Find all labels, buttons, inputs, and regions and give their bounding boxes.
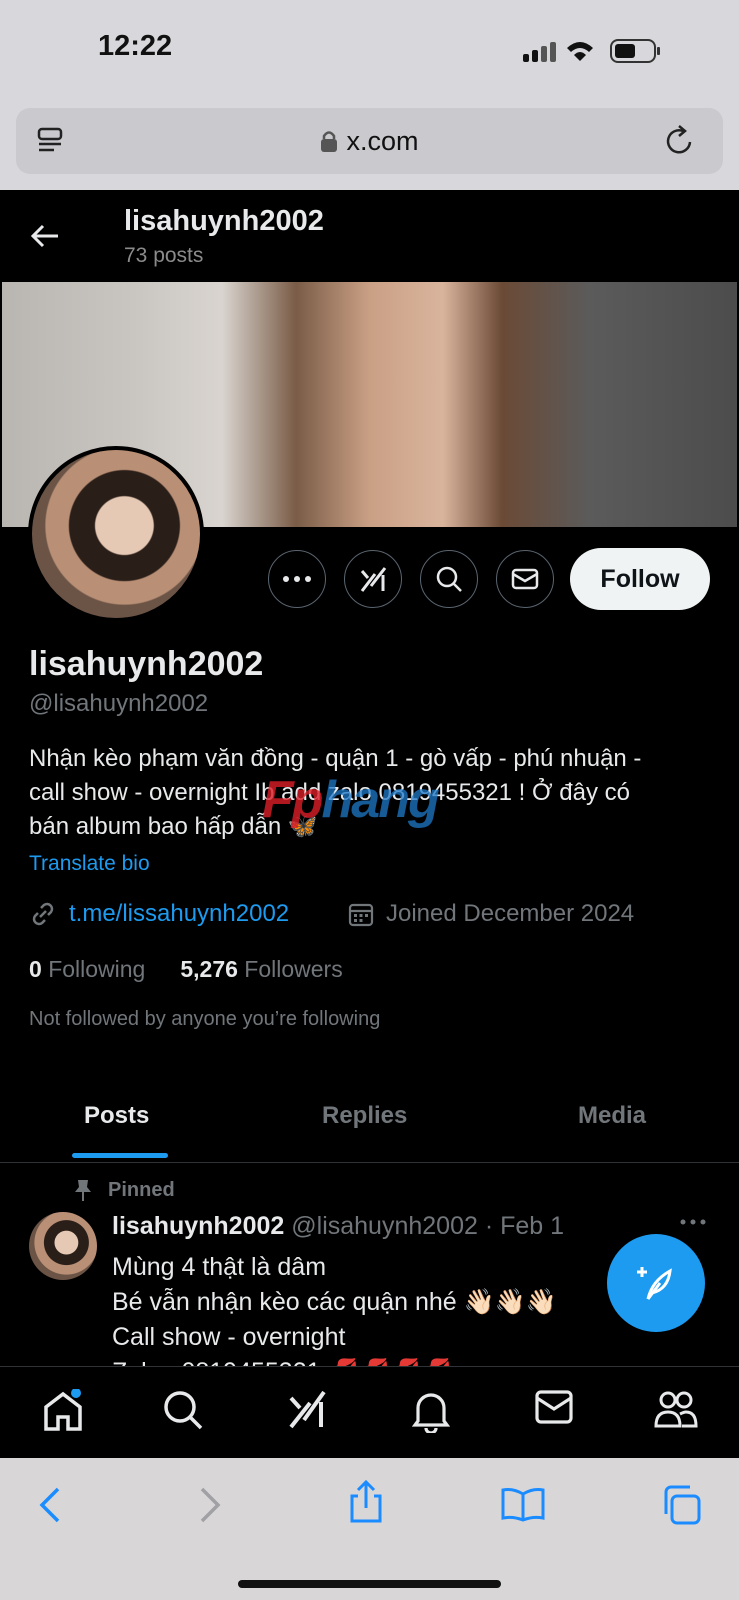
grok-nav-icon[interactable] <box>288 1389 326 1429</box>
messages-nav-icon[interactable] <box>534 1389 574 1425</box>
followers-stat[interactable]: 5,276 Followers <box>180 956 342 983</box>
communities-icon[interactable] <box>654 1389 698 1429</box>
tab-media[interactable]: Media <box>578 1102 646 1130</box>
compose-button[interactable] <box>607 1234 705 1332</box>
header-post-count: 73 posts <box>124 244 204 267</box>
profile-joined: Joined December 2024 <box>348 900 634 928</box>
calendar-icon <box>348 903 374 927</box>
url-text: x.com <box>346 125 419 156</box>
home-indicator <box>238 1580 501 1588</box>
tweet-avatar[interactable] <box>29 1212 97 1280</box>
status-icons <box>523 39 660 63</box>
tab-replies[interactable]: Replies <box>322 1102 407 1130</box>
profile-handle: @lisahuynh2002 <box>29 690 209 717</box>
search-profile-button[interactable] <box>420 550 478 608</box>
browser-back-icon[interactable] <box>38 1486 62 1524</box>
tweet-line: Bé vẫn nhận kèo các quận nhé 👋🏻👋🏻👋🏻 <box>112 1288 558 1316</box>
search-icon <box>436 566 462 592</box>
tab-posts[interactable]: Posts <box>84 1102 149 1130</box>
profile-display-name: lisahuynh2002 <box>29 645 264 683</box>
browser-forward-icon[interactable] <box>198 1486 222 1524</box>
mail-icon <box>511 568 539 590</box>
status-time: 12:22 <box>98 30 173 62</box>
tweet-line: Mùng 4 thật là dâm <box>112 1253 327 1281</box>
message-button[interactable] <box>496 550 554 608</box>
link-icon <box>32 902 54 926</box>
tabs-icon[interactable] <box>660 1484 702 1526</box>
tweet-line: Call show - overnight <box>112 1323 346 1351</box>
compose-feather-icon <box>637 1267 672 1300</box>
header-name: lisahuynh2002 <box>124 205 324 237</box>
profile-website[interactable]: t.me/lissahuynh2002 <box>29 900 289 928</box>
bottom-nav <box>0 1366 739 1459</box>
more-options-button[interactable] <box>268 550 326 608</box>
active-tab-indicator <box>72 1153 168 1158</box>
address-bar[interactable]: x.com <box>16 108 723 174</box>
mutual-followers-note: Not followed by anyone you’re following <box>29 1008 381 1030</box>
tweet-author[interactable]: lisahuynh2002 <box>112 1212 284 1240</box>
tweet-meta: @lisahuynh2002 · Feb 1 <box>291 1212 565 1240</box>
tweet-header: lisahuynh2002 @lisahuynh2002 · Feb 1 <box>112 1212 564 1241</box>
website-link[interactable]: t.me/lissahuynh2002 <box>69 900 289 928</box>
profile-avatar[interactable] <box>28 446 204 622</box>
more-icon <box>283 576 311 582</box>
bookmarks-icon[interactable] <box>500 1486 546 1522</box>
browser-top-chrome: 12:22 x.com <box>0 0 739 190</box>
profile-tabs: Posts Replies Media <box>0 1080 739 1163</box>
search-nav-icon[interactable] <box>162 1389 204 1431</box>
follow-counts: 0 Following 5,276 Followers <box>29 956 343 983</box>
grok-button[interactable] <box>344 550 402 608</box>
joined-date: Joined December 2024 <box>386 900 635 927</box>
following-stat[interactable]: 0 Following <box>29 956 145 983</box>
notifications-bell-icon[interactable] <box>412 1389 450 1433</box>
pin-icon <box>75 1180 91 1201</box>
share-icon[interactable] <box>348 1480 384 1524</box>
home-icon[interactable] <box>42 1389 84 1433</box>
reload-icon[interactable] <box>664 124 696 158</box>
pinned-indicator: Pinned <box>72 1178 175 1202</box>
lock-icon <box>321 131 338 152</box>
translate-bio-link[interactable]: Translate bio <box>29 852 150 876</box>
follow-button[interactable]: Follow <box>570 548 710 610</box>
browser-toolbar <box>0 1458 739 1600</box>
watermark: Fphang <box>262 771 440 829</box>
back-arrow-icon[interactable] <box>30 222 60 250</box>
grok-icon <box>360 567 387 592</box>
tweet-more-icon[interactable] <box>680 1218 706 1226</box>
